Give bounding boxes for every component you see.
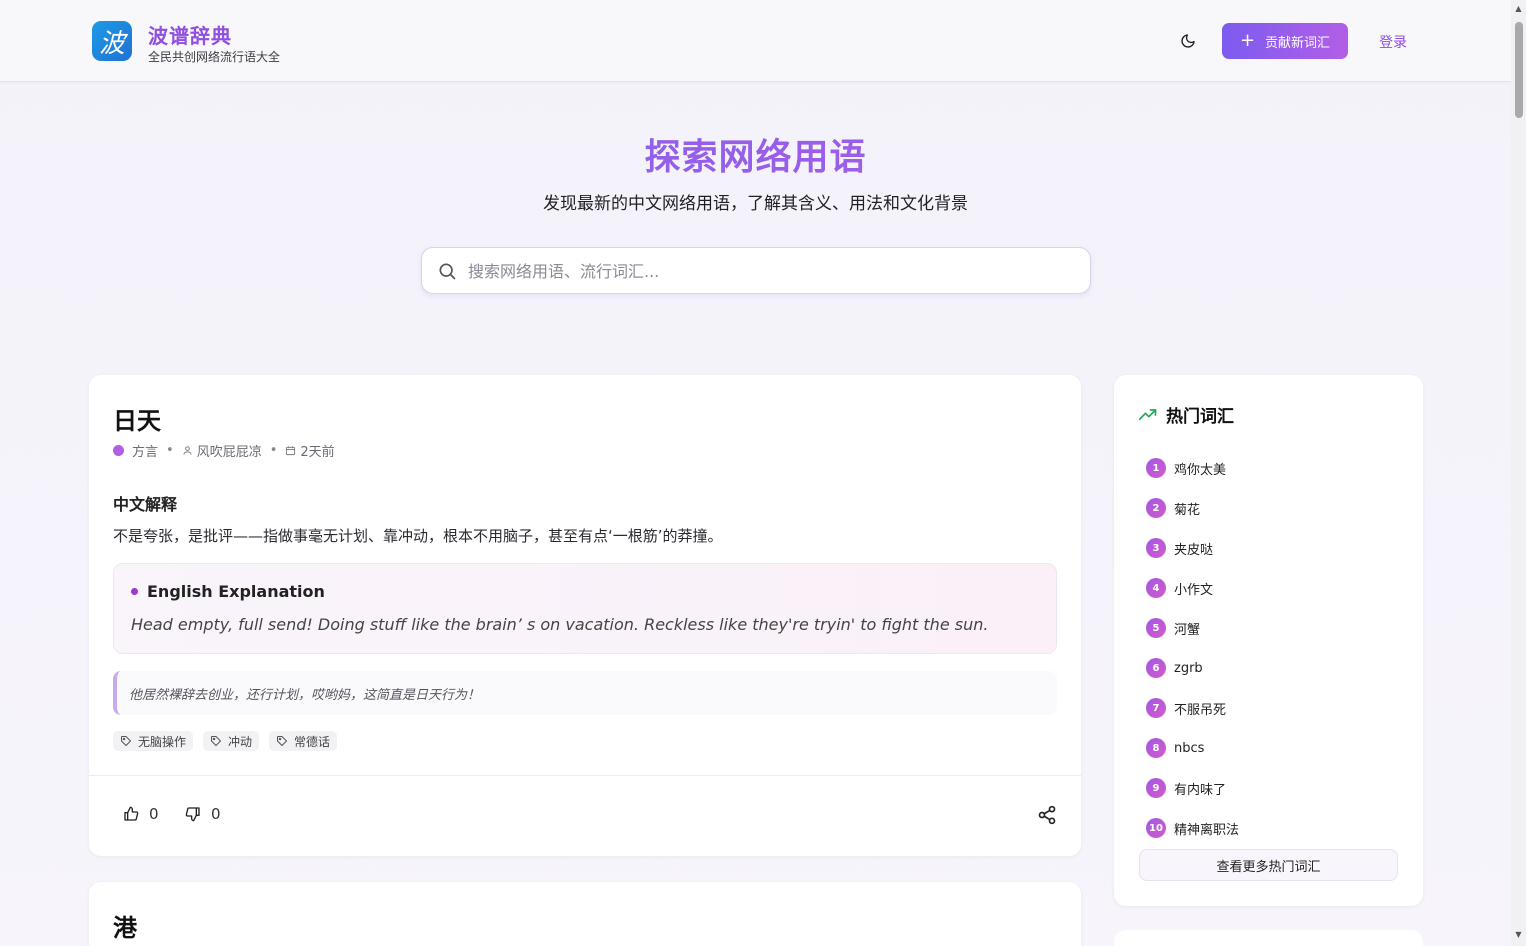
tag-label: 冲动 <box>228 734 253 749</box>
word-card: 港 <box>89 882 1081 946</box>
example-text: 他居然裸辞去创业，还行计划，哎哟妈，这简直是日天行为！ <box>129 688 481 703</box>
scroll-down-arrow-icon[interactable]: ▼ <box>1514 930 1523 939</box>
hot-word-item[interactable]: 1 鸡你太美 <box>1146 448 1239 488</box>
hot-words-list: 1 鸡你太美 2 菊花 3 夹皮哒 4 小作文 5 河蟹 6 zgrb 7 不服吊死 8 nbc… <box>1146 448 1239 848</box>
tag-item[interactable]: 冲动 <box>203 731 260 751</box>
tag-label: 常德话 <box>294 734 331 749</box>
rank-badge: 1 <box>1146 458 1166 478</box>
hot-word-item[interactable]: 5 河蟹 <box>1146 608 1239 648</box>
hot-word-label: 夹皮哒 <box>1174 542 1214 558</box>
thumbs-down-icon <box>185 807 200 822</box>
en-label-text: English Explanation <box>147 582 325 601</box>
hot-word-label: 小作文 <box>1174 582 1214 598</box>
word-card: 日天 方言 • 风吹屁屁凉 • 2天前 中文解释 不是夸张，是批评——指做事毫无… <box>89 375 1081 856</box>
search-icon <box>439 263 456 280</box>
en-explanation-box: English Explanation Head empty, full sen… <box>113 563 1057 654</box>
rank-badge: 8 <box>1146 738 1166 758</box>
like-count: 0 <box>149 805 159 823</box>
hot-words-panel: 热门词汇 1 鸡你太美 2 菊花 3 夹皮哒 4 小作文 5 河蟹 6 zgrb 7 不服吊死… <box>1114 375 1423 906</box>
user-icon <box>183 446 192 455</box>
rank-badge: 4 <box>1146 578 1166 598</box>
example-quote: 他居然裸辞去创业，还行计划，哎哟妈，这简直是日天行为！ <box>113 671 1057 715</box>
hot-word-label: nbcs <box>1174 740 1205 756</box>
tag-icon <box>211 736 222 747</box>
share-button[interactable] <box>1037 805 1057 829</box>
post-time: 2天前 <box>300 445 335 460</box>
rank-badge: 10 <box>1146 818 1166 838</box>
hot-word-item[interactable]: 9 有内味了 <box>1146 768 1239 808</box>
hot-word-label: 菊花 <box>1174 502 1201 518</box>
cn-definition: 不是夸张，是批评——指做事毫无计划、靠冲动，根本不用脑子，甚至有点‘一根筋’的莽… <box>113 527 723 545</box>
meta-separator: • <box>269 443 278 458</box>
tag-list: 无脑操作 冲动 常德话 <box>113 731 338 751</box>
rank-badge: 9 <box>1146 778 1166 798</box>
login-link[interactable]: 登录 <box>1379 32 1407 52</box>
like-button[interactable]: 0 <box>123 805 159 823</box>
hot-words-title-text: 热门词汇 <box>1166 407 1234 427</box>
rank-badge: 5 <box>1146 618 1166 638</box>
dislike-button[interactable]: 0 <box>185 805 221 823</box>
brand-subtitle: 全民共创网络流行语大全 <box>148 50 281 64</box>
tag-icon <box>277 736 288 747</box>
rank-badge: 2 <box>1146 498 1166 518</box>
rank-badge: 7 <box>1146 698 1166 718</box>
thumbs-up-icon <box>124 806 139 821</box>
logo-icon[interactable]: 波 <box>92 21 132 61</box>
hot-word-item[interactable]: 8 nbcs <box>1146 728 1239 768</box>
hero-subtitle: 发现最新的中文网络用语，了解其含义、用法和文化背景 <box>543 194 968 214</box>
rank-badge: 3 <box>1146 538 1166 558</box>
dislike-count: 0 <box>211 805 221 823</box>
contribute-label: 贡献新词汇 <box>1265 35 1331 51</box>
secondary-panel <box>1114 930 1423 946</box>
top-header: 波 波谱辞典 全民共创网络流行语大全 + 贡献新词汇 登录 <box>0 0 1511 82</box>
author-name[interactable]: 风吹屁屁凉 <box>197 441 262 460</box>
cn-definition-label: 中文解释 <box>113 495 178 514</box>
word-meta: 方言 • 风吹屁屁凉 • 2天前 <box>113 441 335 460</box>
rank-badge: 6 <box>1146 658 1166 678</box>
scroll-up-arrow-icon[interactable]: ▲ <box>1514 4 1523 13</box>
hot-word-item[interactable]: 7 不服吊死 <box>1146 688 1239 728</box>
hot-word-label: zgrb <box>1174 660 1203 676</box>
contribute-button[interactable]: + 贡献新词汇 <box>1222 23 1348 59</box>
hot-word-label: 精神离职法 <box>1174 822 1240 838</box>
hot-words-title: 热门词汇 <box>1138 402 1234 427</box>
tag-item[interactable]: 常德话 <box>269 731 338 751</box>
hot-word-item[interactable]: 3 夹皮哒 <box>1146 528 1239 568</box>
plus-icon: + <box>1239 30 1256 51</box>
tag-icon <box>121 736 132 747</box>
page-scrollbar[interactable]: ▲ ▼ <box>1511 0 1526 946</box>
en-explanation-label: English Explanation <box>131 582 325 601</box>
hot-word-label: 河蟹 <box>1174 622 1201 638</box>
share-icon <box>1038 805 1056 825</box>
hot-word-label: 鸡你太美 <box>1174 462 1227 478</box>
hot-word-item[interactable]: 10 精神离职法 <box>1146 808 1239 848</box>
category-label[interactable]: 方言 <box>132 441 158 460</box>
tag-label: 无脑操作 <box>138 734 187 749</box>
card-divider <box>89 775 1081 776</box>
scrollbar-thumb[interactable] <box>1515 22 1523 118</box>
word-title[interactable]: 日天 <box>113 401 161 436</box>
search-bar[interactable] <box>421 247 1091 294</box>
more-hot-words-button[interactable]: 查看更多热门词汇 <box>1139 849 1398 881</box>
calendar-icon <box>286 446 296 456</box>
hot-word-item[interactable]: 2 菊花 <box>1146 488 1239 528</box>
en-definition: Head empty, full send! Doing stuff like … <box>131 615 989 634</box>
hot-word-item[interactable]: 6 zgrb <box>1146 648 1239 688</box>
hot-word-label: 有内味了 <box>1174 782 1227 798</box>
category-dot-icon <box>113 445 124 456</box>
brand-title[interactable]: 波谱辞典 <box>148 20 232 49</box>
trending-up-icon <box>1138 408 1157 420</box>
hot-word-item[interactable]: 4 小作文 <box>1146 568 1239 608</box>
tag-item[interactable]: 无脑操作 <box>113 731 194 751</box>
hot-word-label: 不服吊死 <box>1174 702 1227 718</box>
moon-icon <box>1181 34 1195 48</box>
hero-title: 探索网络用语 <box>0 128 1511 180</box>
meta-separator: • <box>166 443 174 458</box>
word-title[interactable]: 港 <box>113 908 137 943</box>
search-input[interactable] <box>468 256 1068 286</box>
bullet-icon <box>131 588 138 595</box>
theme-toggle-button[interactable] <box>1176 29 1200 53</box>
